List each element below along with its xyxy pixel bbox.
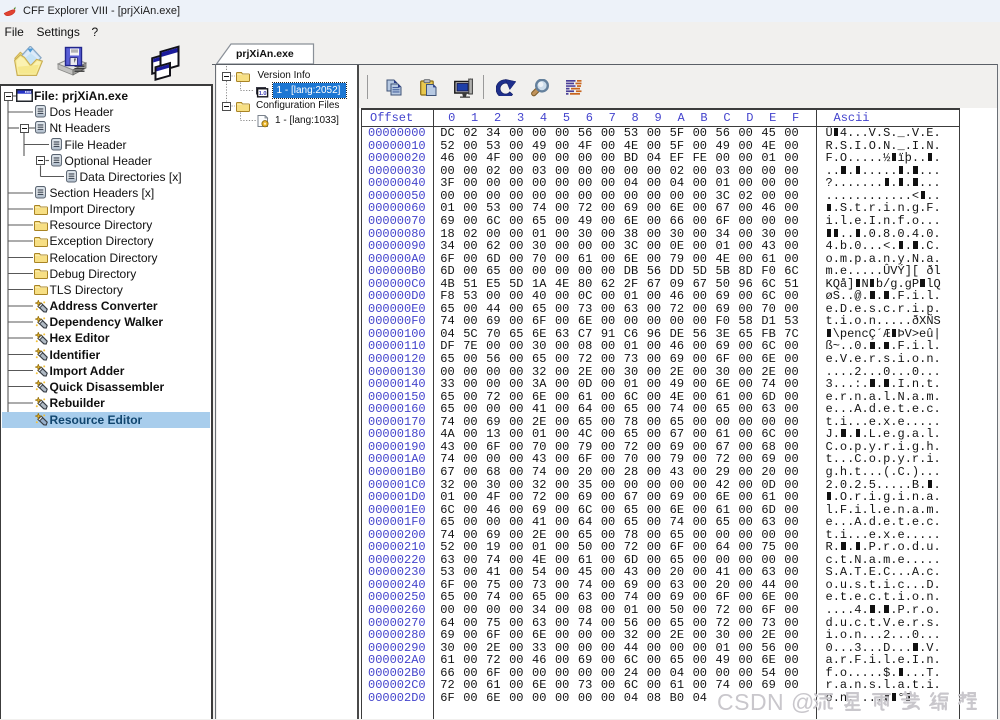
svg-text:1.0: 1.0 <box>258 91 266 97</box>
